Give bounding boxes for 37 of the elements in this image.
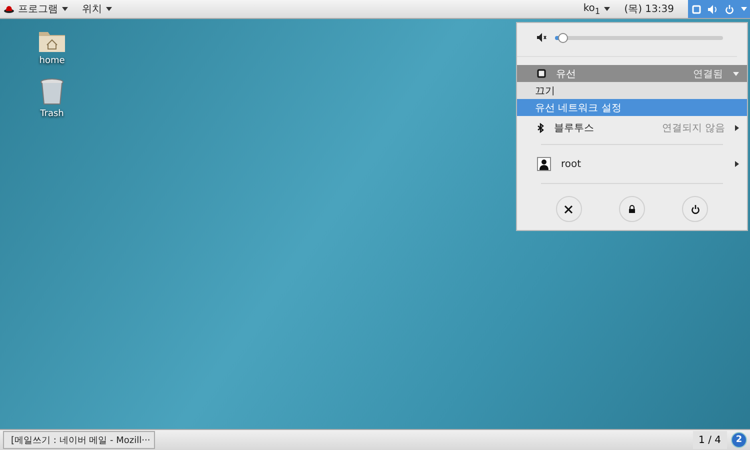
user-avatar-icon [537,157,551,171]
desktop-icon-label[interactable]: home [39,56,65,66]
caret-icon [740,7,746,11]
bluetooth-icon [537,122,544,132]
trash-icon[interactable] [40,78,64,106]
volume-slider[interactable] [555,36,723,40]
lock-icon [628,205,636,213]
keyboard-layout-menu[interactable]: ko$_{1}$ [583,2,610,16]
notification-badge[interactable]: 2 [731,432,747,448]
places-menu[interactable]: 위치 [82,2,112,16]
caret-icon [62,7,68,11]
bluetooth-item[interactable]: 블루투스 연결되지 않음 [517,119,747,136]
desktop-icon-label[interactable]: Trash [40,109,64,119]
power-icon [690,204,700,214]
caret-icon [733,70,739,76]
status-area[interactable] [688,0,750,18]
hat-logo-icon [4,5,14,13]
power-icon [724,4,734,14]
caret-icon [604,7,610,11]
network-icon [537,69,546,78]
menu-item[interactable]: 끄기 [517,82,747,99]
folder-icon[interactable] [38,29,66,53]
settings-button[interactable] [556,196,582,222]
speaker-muted-icon [537,33,547,42]
arrow-icon [735,161,739,167]
lock-button[interactable] [618,196,645,222]
applications-menu[interactable]: 프로그램 [4,2,68,16]
user-item[interactable]: root [517,153,747,175]
speaker-icon [708,4,718,14]
volume-slider-thumb[interactable] [558,32,568,42]
arrow-icon [735,124,739,130]
clock[interactable]: (목) 13:39 [624,2,674,16]
network-icon [692,4,700,14]
taskbar-window-button[interactable]: [메일쓰기 : 네이버 메일 - Mozill··· [3,431,155,449]
power-off-button[interactable] [682,196,708,222]
caret-icon [106,7,112,11]
workspace-indicator[interactable]: 1 / 4 [692,431,727,449]
